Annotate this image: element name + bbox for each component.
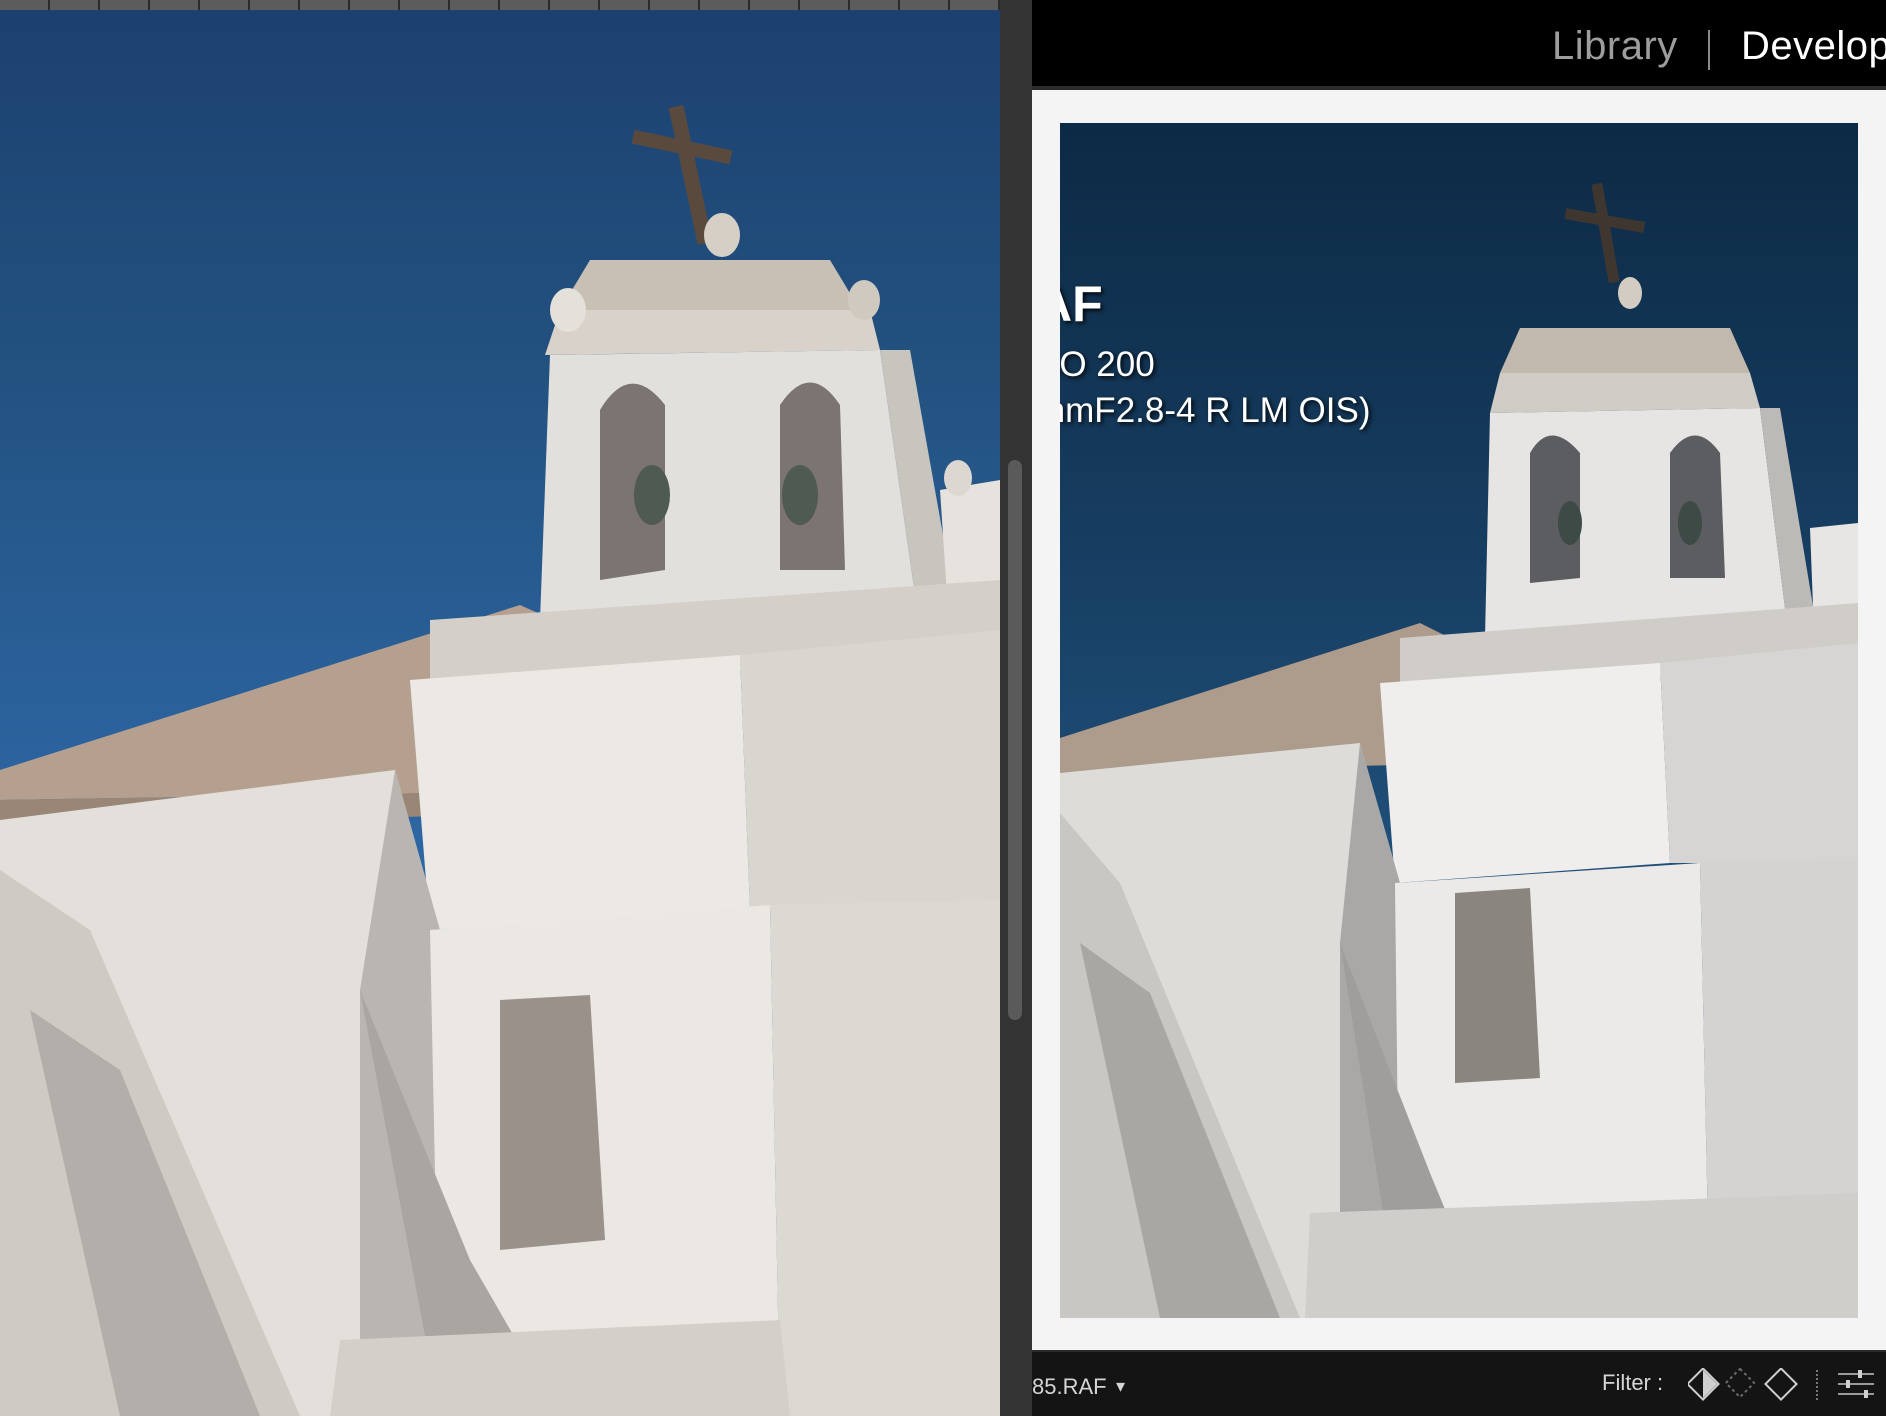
loupe-pane: Library Develop F O 200 mmF2.8-4 R LM OI… — [1032, 0, 1886, 1416]
filmstrip-source-label[interactable]: 85.RAF — [1032, 1374, 1107, 1400]
module-picker: Library Develop — [1032, 0, 1886, 90]
sliders-icon[interactable] — [1836, 1366, 1876, 1402]
flag-picked-icon[interactable] — [1688, 1368, 1720, 1401]
top-ruler — [0, 0, 1000, 10]
loupe-photo[interactable]: AF SO 200 mmF2.8-4 R LM OIS) — [1060, 123, 1858, 1318]
filter-label: Filter : — [1602, 1370, 1664, 1395]
church-photo-full — [1060, 182, 1858, 1318]
toolbar-separator — [1816, 1370, 1820, 1400]
module-library[interactable]: Library — [1552, 24, 1678, 69]
info-filename: AF — [1060, 276, 1103, 332]
module-develop[interactable]: Develop — [1741, 24, 1886, 69]
flag-filter-icons[interactable] — [1688, 1368, 1808, 1402]
flag-unflagged-icon[interactable] — [1724, 1368, 1756, 1399]
info-lens: mmF2.8-4 R LM OIS) — [1060, 391, 1371, 430]
module-divider — [1708, 30, 1710, 70]
filmstrip-toolbar: 85.RAF ▾ Filter : — [1032, 1350, 1886, 1416]
flag-rejected-icon[interactable] — [1764, 1368, 1798, 1401]
zoomed-photo-pane[interactable] — [0, 0, 1000, 1416]
scrollbar-thumb[interactable] — [1008, 460, 1022, 1020]
chevron-down-icon[interactable]: ▾ — [1116, 1376, 1125, 1397]
info-exposure: SO 200 — [1060, 345, 1155, 384]
church-photo-zoomed — [0, 104, 1000, 1416]
